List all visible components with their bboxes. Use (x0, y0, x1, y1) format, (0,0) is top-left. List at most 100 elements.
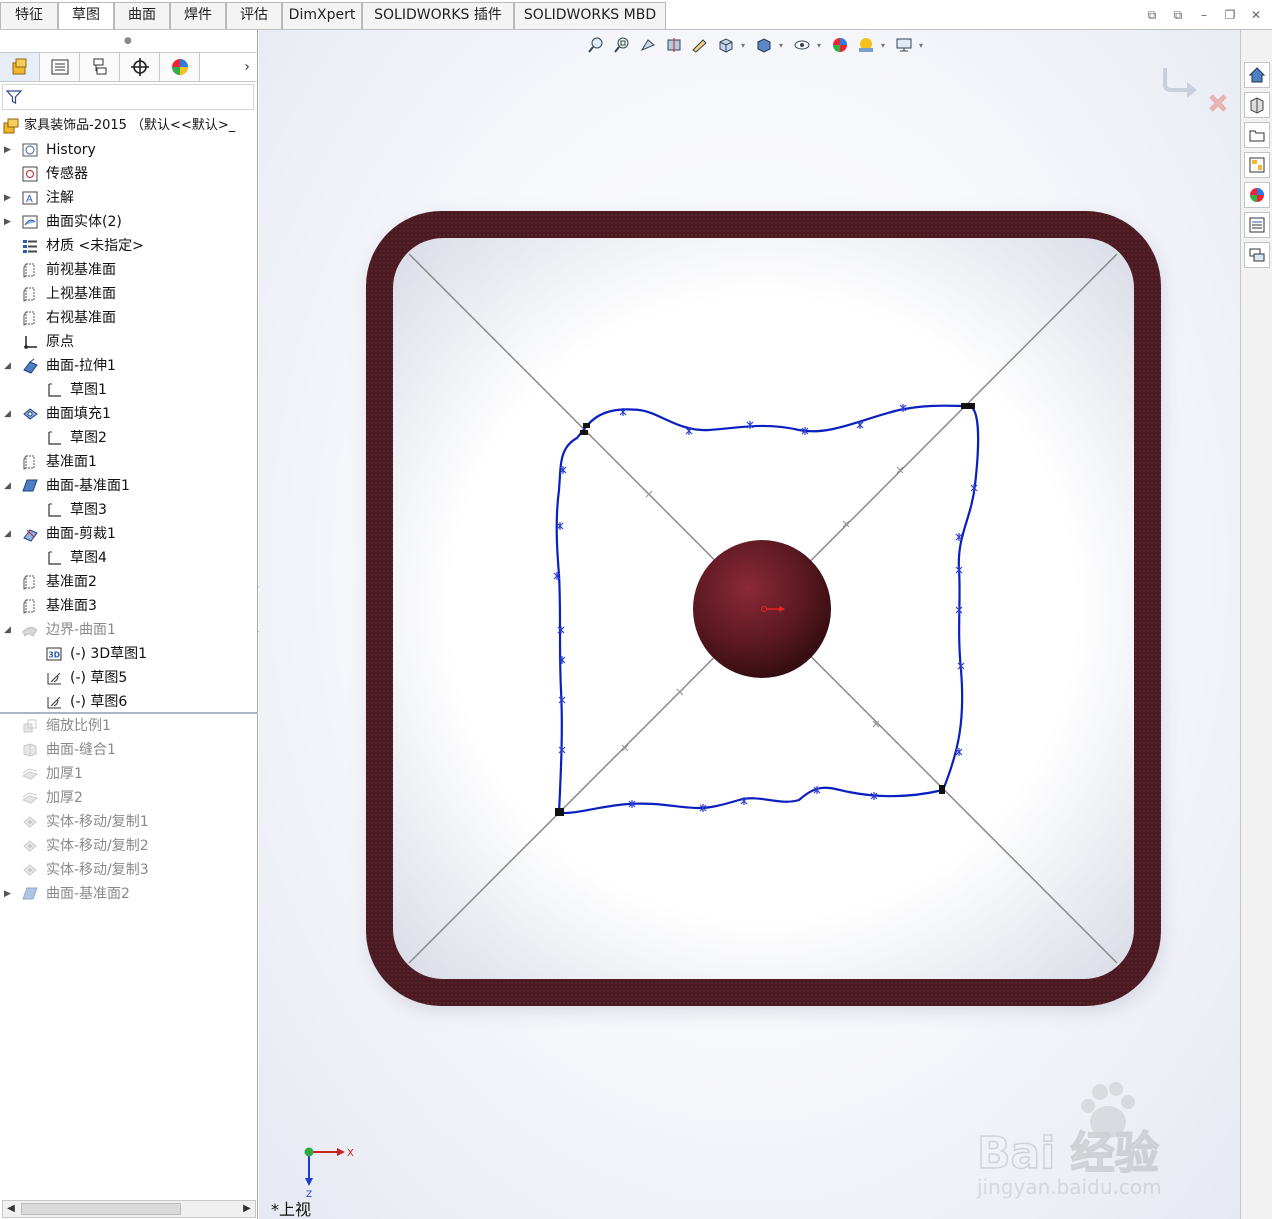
graphics-area[interactable]: ▾ ▾ ▾ ▾ ▾ Bai 经验 jingyan.baidu.com X Z *… (259, 30, 1240, 1219)
tree-item[interactable]: ◢ 曲面填充1 (0, 402, 258, 426)
tree-item[interactable]: 曲面-缝合1 (0, 738, 258, 762)
tile-right-icon[interactable]: ⧉ (1168, 6, 1188, 24)
tab-surfaces[interactable]: 曲面 (114, 2, 170, 29)
plane-icon (23, 287, 35, 302)
plane-icon (23, 575, 35, 590)
tree-item[interactable]: 草图2 (0, 426, 258, 450)
scroll-thumb[interactable] (21, 1203, 181, 1215)
dimxpert-manager-tab[interactable] (120, 53, 160, 81)
collapse-arrow-icon[interactable]: ◢ (4, 402, 14, 426)
forum-icon[interactable] (1244, 242, 1270, 268)
tree-item[interactable]: 实体-移动/复制2 (0, 834, 258, 858)
sketch-plane-icon (47, 672, 61, 685)
tree-item[interactable]: (-) 草图5 (0, 666, 258, 690)
tile-left-icon[interactable]: ⧉ (1142, 6, 1162, 24)
scroll-left-icon[interactable]: ◀ (3, 1201, 19, 1217)
tab-weldments[interactable]: 焊件 (170, 2, 226, 29)
tree-item[interactable]: 草图3 (0, 498, 258, 522)
file-explorer-icon[interactable] (1244, 122, 1270, 148)
expand-arrow-icon[interactable]: ▶ (4, 882, 14, 906)
tree-item[interactable]: 实体-移动/复制3 (0, 858, 258, 882)
appearances-icon[interactable] (1244, 182, 1270, 208)
tab-addins[interactable]: SOLIDWORKS 插件 (362, 2, 514, 29)
expand-arrow-icon[interactable]: ▶ (4, 186, 14, 210)
property-manager-tab[interactable] (40, 53, 80, 81)
display-manager-tab[interactable] (160, 53, 200, 81)
home-icon[interactable] (1244, 62, 1270, 88)
tree-item[interactable]: 加厚1 (0, 762, 258, 786)
3d-sketch-icon: 3D (46, 647, 62, 661)
tree-item[interactable]: ▶ 曲面实体(2) (0, 210, 258, 234)
tab-features[interactable]: 特征 (0, 2, 58, 29)
rollback-bar[interactable] (0, 712, 258, 714)
tree-item[interactable]: ▶ A 注解 (0, 186, 258, 210)
tree-item-label: 加厚1 (46, 766, 83, 782)
restore-button[interactable]: ❐ (1220, 6, 1240, 24)
tree-item-label: 注解 (46, 190, 74, 206)
thicken-icon (22, 768, 38, 780)
tree-item[interactable]: 传感器 (0, 162, 258, 186)
tree-item[interactable]: 右视基准面 (0, 306, 258, 330)
tree-item[interactable]: ◢ 曲面-基准面1 (0, 474, 258, 498)
tree-item[interactable]: ▶ History (0, 138, 258, 162)
design-library-icon[interactable] (1244, 92, 1270, 118)
tree-item[interactable]: 缩放比例1 (0, 714, 258, 738)
tree-item[interactable]: ▶ 曲面-基准面2 (0, 882, 258, 906)
view-name-label: *上视 (271, 1200, 312, 1219)
tree-item[interactable]: 基准面1 (0, 450, 258, 474)
configuration-manager-tab[interactable] (80, 53, 120, 81)
collapse-arrow-icon[interactable]: ◢ (4, 522, 14, 546)
tree-item[interactable]: 基准面3 (0, 594, 258, 618)
horizontal-scrollbar[interactable]: ◀ ▶ (2, 1200, 256, 1218)
watermark-url: jingyan.baidu.com (976, 1175, 1162, 1199)
tree-root-part[interactable]: 家具装饰品-2015 （默认<<默认>_ (2, 114, 235, 136)
custom-properties-icon[interactable] (1244, 212, 1270, 238)
sensor-icon (22, 166, 38, 182)
collapse-arrow-icon[interactable]: ◢ (4, 474, 14, 498)
collapse-arrow-icon[interactable]: ◢ (4, 618, 14, 642)
tree-item-label: 基准面2 (46, 574, 97, 590)
baidu-jingyan-watermark: Bai 经验 jingyan.baidu.com (976, 1082, 1162, 1199)
tree-item[interactable]: 加厚2 (0, 786, 258, 810)
tab-sketch[interactable]: 草图 (58, 2, 114, 29)
expand-arrow-icon[interactable]: ▶ (4, 138, 14, 162)
tab-dimxpert[interactable]: DimXpert (282, 2, 362, 29)
tree-item-label: 传感器 (46, 166, 88, 182)
tree-item[interactable]: 基准面2 (0, 570, 258, 594)
chevron-right-icon[interactable]: › (236, 53, 258, 81)
tree-item-label: 草图2 (70, 430, 107, 446)
tree-item[interactable]: 草图1 (0, 378, 258, 402)
tree-filter[interactable] (2, 84, 254, 110)
tree-item[interactable]: ◢ 曲面-剪裁1 (0, 522, 258, 546)
planar-surface-icon (22, 479, 38, 492)
tree-item[interactable]: ◢ 边界-曲面1 (0, 618, 258, 642)
tree-item[interactable]: 材质 <未指定> (0, 234, 258, 258)
triad-x-label: X (347, 1148, 354, 1159)
tree-item[interactable]: 3D (-) 3D草图1 (0, 642, 258, 666)
tree-item[interactable]: ◢ 曲面-拉伸1 (0, 354, 258, 378)
panel-splitter[interactable]: ● (124, 36, 132, 46)
close-button[interactable]: ✕ (1246, 6, 1266, 24)
scale-icon (23, 719, 37, 733)
tree-item-label: 草图4 (70, 550, 107, 566)
tree-item[interactable]: 实体-移动/复制1 (0, 810, 258, 834)
tree-item[interactable]: 原点 (0, 330, 258, 354)
feature-manager-tab[interactable] (0, 53, 40, 81)
tab-mbd[interactable]: SOLIDWORKS MBD (514, 2, 666, 29)
expand-arrow-icon[interactable]: ▶ (4, 210, 14, 234)
tree-item-label: 基准面3 (46, 598, 97, 614)
tree-item[interactable]: 上视基准面 (0, 282, 258, 306)
tree-item[interactable]: (-) 草图6 (0, 690, 258, 714)
collapse-arrow-icon[interactable]: ◢ (4, 354, 14, 378)
view-palette-icon[interactable] (1244, 152, 1270, 178)
tab-evaluate[interactable]: 评估 (226, 2, 282, 29)
command-manager-tabs: 特征 草图 曲面 焊件 评估 DimXpert SOLIDWORKS 插件 SO… (0, 0, 1272, 30)
minimize-button[interactable]: – (1194, 6, 1214, 24)
tree-item[interactable]: 草图4 (0, 546, 258, 570)
tree-item[interactable]: 前视基准面 (0, 258, 258, 282)
svg-text:A: A (26, 194, 33, 205)
scroll-right-icon[interactable]: ▶ (239, 1201, 255, 1217)
tree-item-label: 原点 (46, 334, 74, 350)
tree-item-label: (-) 草图5 (70, 670, 128, 686)
model-view[interactable] (259, 30, 1240, 1219)
